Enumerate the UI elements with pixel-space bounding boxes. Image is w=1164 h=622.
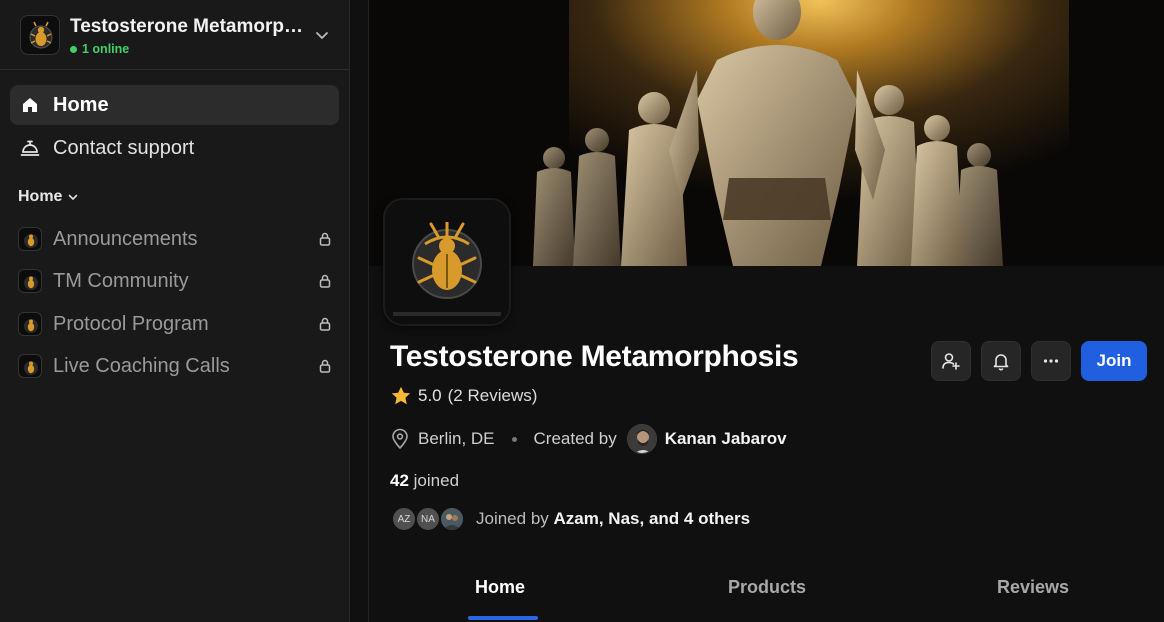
- group-meta: Berlin, DE Created by Kanan Jabarov: [390, 424, 787, 454]
- channel-label: Live Coaching Calls: [53, 354, 230, 377]
- member-avatar: NA: [415, 506, 441, 532]
- home-icon: [19, 94, 41, 116]
- location-text: Berlin, DE: [418, 429, 495, 448]
- online-dot-icon: [70, 45, 77, 53]
- beetle-logo-icon: [18, 269, 42, 293]
- channel-label: TM Community: [53, 269, 189, 292]
- joined-by-row[interactable]: AZ NA Joined by Azam, Nas, and 4 others: [391, 505, 750, 533]
- chevron-down-icon[interactable]: [312, 25, 332, 45]
- rating[interactable]: 5.0 (2 Reviews): [390, 385, 537, 407]
- channel-label: Protocol Program: [53, 312, 209, 335]
- sidebar-item-home[interactable]: Home: [10, 85, 339, 125]
- online-count: 1 online: [82, 42, 130, 56]
- app-logo: [20, 15, 60, 55]
- member-avatar: AZ: [391, 506, 417, 532]
- app-title: Testosterone Metamorphosis: [70, 16, 305, 37]
- main-content: Testosterone Metamorphosis 5.0 (2 Review…: [368, 0, 1164, 622]
- joined-by-label: Joined by: [476, 509, 549, 528]
- group-title: Testosterone Metamorphosis: [390, 340, 799, 373]
- sidebar: Testosterone Metamorphosis 1 online Home…: [0, 0, 350, 622]
- beetle-logo-icon: [18, 227, 42, 251]
- channel-tm-community[interactable]: TM Community: [18, 266, 333, 296]
- sidebar-item-contact-support[interactable]: Contact support: [10, 128, 339, 168]
- section-title: Home: [18, 188, 63, 205]
- lock-icon: [319, 274, 331, 288]
- rating-score: 5.0: [418, 386, 442, 405]
- join-button[interactable]: Join: [1081, 341, 1147, 381]
- joined-by-names: Azam, Nas, and 4 others: [553, 509, 751, 528]
- bell-icon: [993, 354, 1009, 371]
- created-by-label: Created by: [533, 429, 617, 448]
- lock-icon: [319, 232, 331, 246]
- bell-desk-icon: [19, 137, 41, 159]
- separator-dot: [511, 436, 517, 442]
- creator-avatar[interactable]: [626, 424, 657, 454]
- sidebar-item-label: Home: [53, 93, 109, 116]
- tab-reviews[interactable]: Reviews: [997, 577, 1069, 598]
- channel-live-coaching-calls[interactable]: Live Coaching Calls: [18, 351, 333, 381]
- channel-label: Announcements: [53, 227, 198, 250]
- active-tab-indicator: [468, 616, 538, 620]
- rating-reviews: (2 Reviews): [447, 386, 538, 405]
- tab-bar: Home Products Reviews: [369, 560, 1164, 622]
- invite-button[interactable]: [931, 341, 971, 381]
- chevron-down-icon: [69, 194, 78, 200]
- group-avatar: [383, 198, 511, 326]
- tab-home[interactable]: Home: [475, 577, 525, 598]
- section-header-home[interactable]: Home: [18, 188, 80, 206]
- creator-name[interactable]: Kanan Jabarov: [665, 429, 787, 449]
- location-pin-icon: [392, 428, 408, 450]
- more-horizontal-icon: [1043, 359, 1059, 363]
- joined-label: joined: [413, 471, 460, 490]
- star-icon: [391, 386, 411, 405]
- beetle-logo-icon: [18, 312, 42, 336]
- online-status: 1 online: [70, 42, 129, 56]
- joined-number: 42: [390, 471, 409, 490]
- channel-announcements[interactable]: Announcements: [18, 224, 333, 254]
- lock-icon: [319, 359, 331, 373]
- tab-products[interactable]: Products: [728, 577, 806, 598]
- lock-icon: [319, 317, 331, 331]
- notifications-button[interactable]: [981, 341, 1021, 381]
- joined-count: 42 joined: [390, 471, 459, 491]
- sidebar-header[interactable]: Testosterone Metamorphosis 1 online: [0, 0, 349, 70]
- beetle-logo-icon: [18, 354, 42, 378]
- more-options-button[interactable]: [1031, 341, 1071, 381]
- member-avatar: [439, 506, 465, 532]
- add-user-icon: [942, 353, 960, 370]
- joined-by-text: Joined by Azam, Nas, and 4 others: [476, 509, 750, 529]
- channel-protocol-program[interactable]: Protocol Program: [18, 309, 333, 339]
- sidebar-item-label: Contact support: [53, 136, 195, 159]
